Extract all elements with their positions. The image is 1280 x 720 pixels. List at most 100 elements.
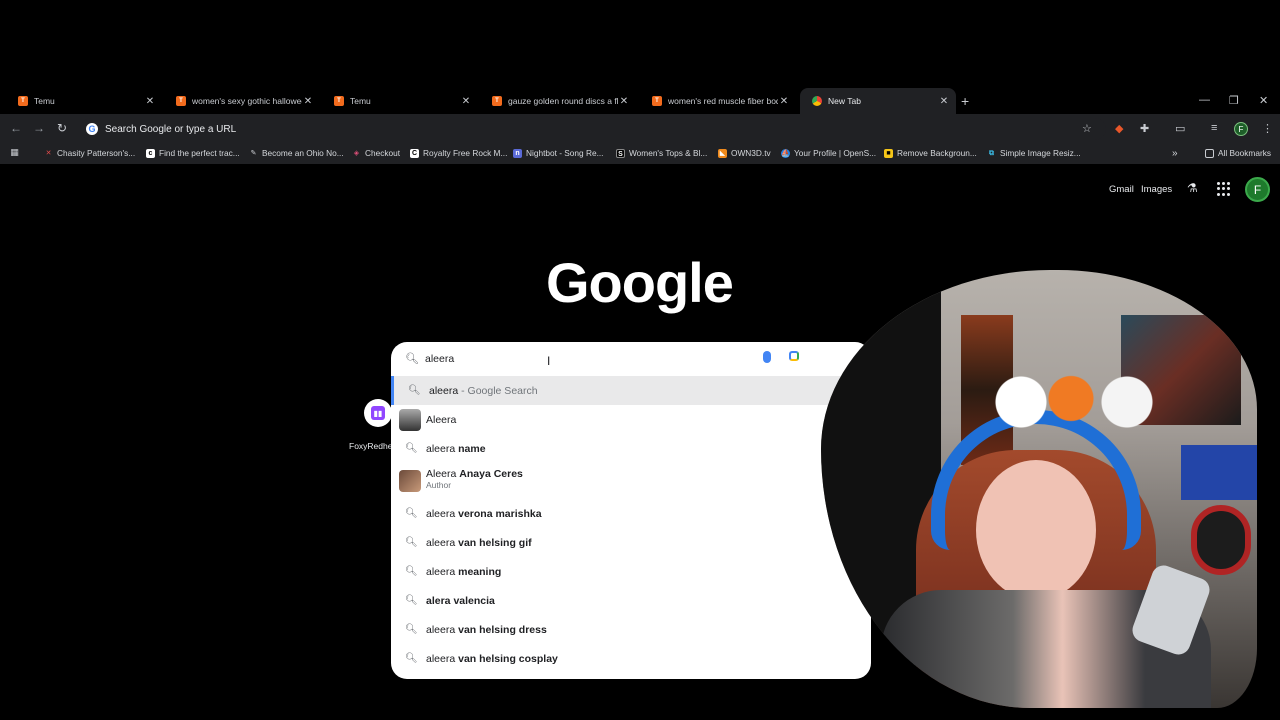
back-arrow-icon[interactable]: ← xyxy=(10,121,22,135)
close-icon[interactable]: ✕ xyxy=(144,96,156,107)
tab-strip: T Temu ✕ T women's sexy gothic halloween… xyxy=(0,88,1280,114)
webcam-shelf xyxy=(1181,445,1257,500)
suggestion-item[interactable]: 🔍︎ aleera meaning xyxy=(391,557,871,586)
suggestion-item[interactable]: 🔍︎ aleera van helsing gif xyxy=(391,528,871,557)
suggestion-item[interactable]: 🔍︎ aleera van helsing dress xyxy=(391,615,871,644)
shortcut-label[interactable]: FoxyRedhe xyxy=(349,441,395,451)
reload-icon[interactable]: ↻ xyxy=(57,121,67,135)
folder-icon xyxy=(1205,148,1214,158)
images-link[interactable]: Images xyxy=(1141,184,1172,195)
suggestion-item[interactable]: Aleera xyxy=(391,405,871,434)
suggestion-item[interactable]: 🔍︎ aleera verona marishka xyxy=(391,499,871,528)
chrome-icon xyxy=(812,96,822,106)
pen-icon: ✎ xyxy=(250,149,257,157)
suggestion-item[interactable]: 🔍︎ alera valencia xyxy=(391,586,871,615)
tab-muscle-fiber[interactable]: T women's red muscle fiber body ✕ xyxy=(640,88,796,114)
search-input[interactable] xyxy=(425,350,725,368)
temu-icon: T xyxy=(18,96,28,106)
search-icon: 🔍︎ xyxy=(405,624,418,635)
search-icon: 🔍︎ xyxy=(405,353,419,365)
webcam-overlay xyxy=(821,270,1257,708)
search-icon: 🔍︎ xyxy=(405,653,418,664)
window-close-icon[interactable]: ✕ xyxy=(1259,94,1268,107)
tab-title: Temu xyxy=(350,96,371,106)
close-icon[interactable]: ✕ xyxy=(618,96,630,107)
bookmarks-overflow-chevron-icon[interactable]: » xyxy=(1172,148,1178,159)
forward-arrow-icon[interactable]: → xyxy=(33,121,45,135)
suggestion-item[interactable]: Aleera Anaya Ceres Author xyxy=(391,463,871,499)
bookmark-star-icon[interactable]: ☆ xyxy=(1082,122,1092,135)
bookmark-item[interactable]: C Royalty Free Rock M... xyxy=(410,148,507,158)
omnibox[interactable]: G Search Google or type a URL xyxy=(80,118,1106,140)
bookmark-favicon-icon: ◣ xyxy=(718,148,727,158)
bookmark-item[interactable]: ⧉ Simple Image Resiz... xyxy=(987,148,1081,158)
temu-icon: T xyxy=(652,96,662,106)
tab-title: women's red muscle fiber body xyxy=(668,96,778,106)
bookmark-favicon-icon: ■ xyxy=(884,148,893,158)
temu-icon: T xyxy=(492,96,502,106)
bookmark-item[interactable]: ✎ Become an Ohio No... xyxy=(249,148,344,158)
tab-gothic-halloween[interactable]: T women's sexy gothic halloween ✕ xyxy=(164,88,320,114)
bookmark-favicon-icon: ⧉ xyxy=(989,149,994,157)
bookmark-item[interactable]: ■ Remove Backgroun... xyxy=(884,148,977,158)
tab-temu-1[interactable]: T Temu ✕ xyxy=(6,88,162,114)
account-avatar[interactable]: F xyxy=(1245,177,1270,202)
shortcut-tile[interactable]: ▮▮ xyxy=(364,399,392,427)
bookmark-item[interactable]: S Women's Tops & Bl... xyxy=(616,148,707,158)
search-dropdown: 🔍︎ I 🔍︎ aleera - Google Search Aleera 🔍︎… xyxy=(391,342,871,679)
tab-title: Temu xyxy=(34,96,55,106)
restore-icon[interactable]: ❐ xyxy=(1229,94,1239,107)
search-row: 🔍︎ I xyxy=(391,342,871,376)
bookmark-item[interactable]: ◣ OWN3D.tv xyxy=(718,148,771,158)
close-icon[interactable]: ✕ xyxy=(938,96,950,107)
bookmark-favicon-icon: ◈ xyxy=(353,149,360,157)
tab-title: women's sexy gothic halloween xyxy=(192,96,302,106)
search-icon: 🔍︎ xyxy=(405,443,418,454)
suggestion-item[interactable]: 🔍︎ aleera van helsing cosplay xyxy=(391,644,871,673)
bookmark-item[interactable]: ⛵ Your Profile | OpenS... xyxy=(781,148,876,158)
microphone-icon[interactable] xyxy=(763,351,771,363)
extensions-puzzle-icon[interactable]: ✚ xyxy=(1140,122,1149,135)
close-icon[interactable]: ✕ xyxy=(778,96,790,107)
search-icon: 🔍︎ xyxy=(405,508,418,519)
apps-grid-icon[interactable]: ▦ xyxy=(10,148,23,157)
cast-icon[interactable]: ▭ xyxy=(1175,122,1185,135)
search-icon: 🔍︎ xyxy=(408,385,421,396)
fox-extension-icon[interactable]: ◆ xyxy=(1115,122,1123,135)
text-cursor-icon: I xyxy=(547,354,551,368)
bookmark-favicon-icon: C xyxy=(410,148,419,158)
suggestion-item[interactable]: 🔍︎ aleera name xyxy=(391,434,871,463)
kebab-menu-icon[interactable]: ⋮ xyxy=(1262,122,1273,135)
tab-new-tab[interactable]: New Tab ✕ xyxy=(800,88,956,114)
bookmark-favicon-icon: ✕ xyxy=(45,149,52,157)
close-icon[interactable]: ✕ xyxy=(460,96,472,107)
tab-temu-2[interactable]: T Temu ✕ xyxy=(322,88,478,114)
tab-gauze-discs[interactable]: T gauze golden round discs a flo ✕ xyxy=(480,88,636,114)
temu-icon: T xyxy=(176,96,186,106)
tab-title: gauze golden round discs a flo xyxy=(508,96,618,106)
webcam-fox-ears xyxy=(971,360,1171,430)
minimize-icon[interactable]: — xyxy=(1199,94,1210,106)
media-control-icon[interactable]: ≡ xyxy=(1211,122,1217,134)
bookmark-favicon-icon: ⛵ xyxy=(781,148,790,158)
bookmark-item[interactable]: n Nightbot - Song Re... xyxy=(513,148,603,158)
new-tab-plus-icon[interactable]: + xyxy=(961,93,969,109)
bookmark-item[interactable]: ✕ Chasity Patterson's... xyxy=(44,148,136,158)
bookmark-favicon-icon: c xyxy=(146,148,155,158)
webcam-speaker xyxy=(1191,505,1251,575)
gmail-link[interactable]: Gmail xyxy=(1109,184,1134,195)
profile-avatar[interactable]: F xyxy=(1234,122,1248,136)
all-bookmarks-button[interactable]: All Bookmarks xyxy=(1205,148,1271,158)
bookmark-item[interactable]: ◈ Checkout xyxy=(352,148,400,158)
suggestion-item[interactable]: 🔍︎ aleera - Google Search xyxy=(391,376,871,405)
google-apps-icon[interactable] xyxy=(1217,182,1231,196)
tab-title: New Tab xyxy=(828,96,861,106)
bookmark-item[interactable]: c Find the perfect trac... xyxy=(146,148,240,158)
entity-thumbnail xyxy=(399,470,421,492)
temu-icon: T xyxy=(334,96,344,106)
google-logo: Google xyxy=(546,251,734,314)
labs-flask-icon[interactable]: ⚗ xyxy=(1187,181,1198,195)
close-icon[interactable]: ✕ xyxy=(302,96,314,107)
google-lens-icon[interactable] xyxy=(789,351,799,361)
google-g-icon: G xyxy=(86,123,98,135)
